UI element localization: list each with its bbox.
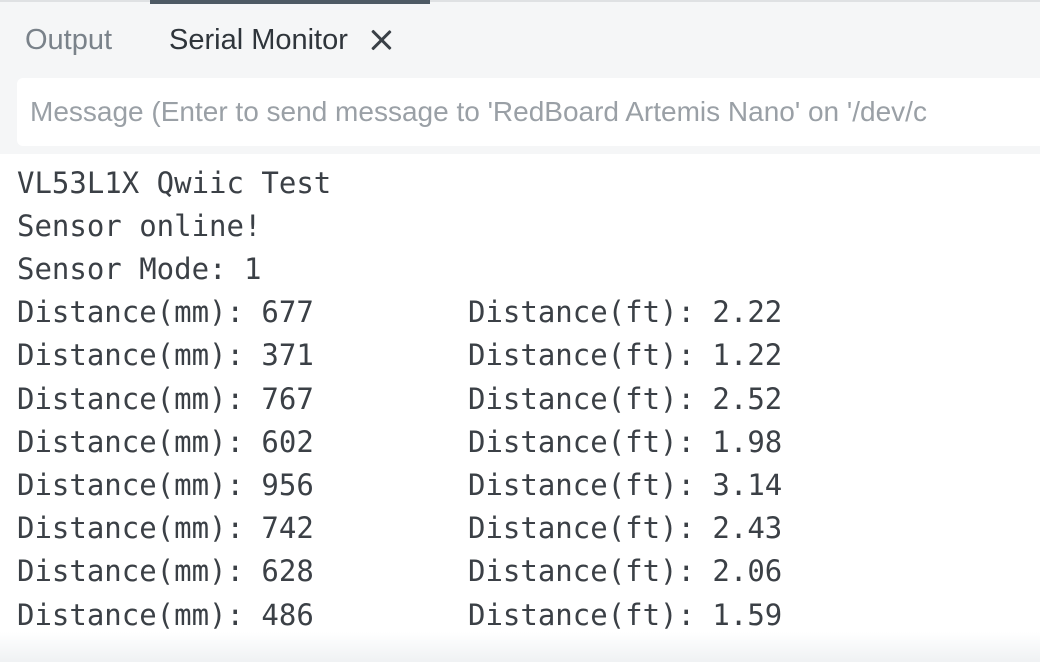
close-icon[interactable] — [368, 27, 394, 53]
serial-reading-row: Distance(mm): 602 Distance(ft): 1.98 — [17, 421, 782, 464]
tab-serial-monitor[interactable]: Serial Monitor — [150, 2, 430, 78]
serial-output-area[interactable]: VL53L1X Qwiic Test Sensor online! Sensor… — [0, 154, 1040, 662]
distance-mm-value: Distance(mm): 677 — [17, 295, 314, 329]
distance-mm-value: Distance(mm): 628 — [17, 554, 314, 588]
distance-mm-value: Distance(mm): 767 — [17, 382, 314, 416]
distance-ft-value: Distance(ft): 2.06 — [468, 554, 783, 588]
serial-monitor-panel: Output Serial Monitor VL53L1X Qwiic Test… — [0, 0, 1040, 662]
serial-line-mode: Sensor Mode: 1 — [17, 252, 262, 286]
serial-reading-row: Distance(mm): 371 Distance(ft): 1.22 — [17, 334, 782, 377]
distance-ft-value: Distance(ft): 1.22 — [468, 338, 783, 372]
serial-reading-row: Distance(mm): 628 Distance(ft): 2.06 — [17, 550, 782, 593]
distance-ft-value: Distance(ft): 1.59 — [468, 598, 783, 632]
serial-reading-row: Distance(mm): 486 Distance(ft): 1.59 — [17, 594, 782, 637]
message-input-bar — [0, 78, 1040, 154]
distance-ft-value: Distance(ft): 2.43 — [468, 511, 783, 545]
message-input[interactable] — [17, 78, 1040, 146]
distance-mm-value: Distance(mm): 742 — [17, 511, 314, 545]
tab-serial-monitor-label: Serial Monitor — [169, 23, 348, 56]
serial-line-title: VL53L1X Qwiic Test — [17, 166, 332, 200]
distance-mm-value: Distance(mm): 602 — [17, 425, 314, 459]
distance-ft-value: Distance(ft): 2.22 — [468, 295, 783, 329]
serial-reading-row: Distance(mm): 767 Distance(ft): 2.52 — [17, 378, 782, 421]
serial-reading-row: Distance(mm): 677 Distance(ft): 2.22 — [17, 291, 782, 334]
tab-output[interactable]: Output — [25, 2, 112, 78]
distance-mm-value: Distance(mm): 371 — [17, 338, 314, 372]
tab-output-label: Output — [25, 23, 113, 56]
distance-mm-value: Distance(mm): 486 — [17, 598, 314, 632]
serial-reading-row: Distance(mm): 742 Distance(ft): 2.43 — [17, 507, 782, 550]
distance-ft-value: Distance(ft): 2.52 — [468, 382, 783, 416]
panel-tab-bar: Output Serial Monitor — [0, 0, 1040, 78]
distance-ft-value: Distance(ft): 1.98 — [468, 425, 783, 459]
serial-line-status: Sensor online! — [17, 209, 262, 243]
distance-mm-value: Distance(mm): 956 — [17, 468, 314, 502]
distance-ft-value: Distance(ft): 3.14 — [468, 468, 783, 502]
serial-reading-row: Distance(mm): 956 Distance(ft): 3.14 — [17, 464, 782, 507]
